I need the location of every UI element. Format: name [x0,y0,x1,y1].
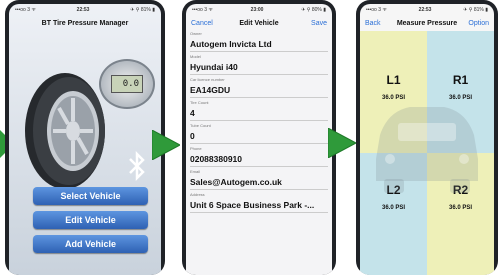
tire-grid: L1 36.0 PSI R1 36.0 PSI L2 36.0 PSI R2 3… [360,31,494,275]
page-title: Measure Pressure [396,19,458,27]
clock: 23:00 [250,6,264,13]
tire-icon [25,73,105,189]
status-bar: •••oo 3 ᯤ 22:53 ✈ ⚲ 81% ▮ [9,4,161,15]
bluetooth-icon [127,150,147,188]
field-value[interactable]: EA14GDU [190,83,328,98]
tire-l2-cell[interactable]: L2 36.0 PSI [360,153,427,275]
gauge-reading: 0.0 [111,75,143,93]
tire-pressure-value: 36.0 PSI [381,205,405,211]
address-field[interactable]: Address Unit 6 Space Business Park -... [190,192,328,213]
edit-vehicle-screen: •••oo 3 ᯤ 23:00 ✈ ⚲ 80% ▮ Cancel Edit Ve… [186,4,332,275]
phone-measure-screen: •••oo 3 ᯤ 22:53 ✈ ⚲ 81% ▮ Back Measure P… [356,0,498,275]
page-title: Edit Vehicle [239,19,279,27]
clock: 22:53 [418,6,432,13]
status-bar: •••oo 3 ᯤ 22:53 ✈ ⚲ 81% ▮ [360,4,494,15]
pressure-gauge-icon: 0.0 [99,59,155,109]
tire-position-label: R1 [452,73,469,87]
save-button[interactable]: Save [299,20,327,27]
nav-bar: Cancel Edit Vehicle Save [186,15,332,31]
tire-position-label: L1 [386,73,401,87]
signal-indicator: •••oo 3 ᯤ [15,6,36,13]
options-button[interactable]: Option [461,20,489,27]
page-title: BT Tire Pressure Manager [41,19,129,27]
tube-count-field[interactable]: Tube Count 0 [190,123,328,144]
licence-field[interactable]: Car licence number EA14GDU [190,77,328,98]
clock: 22:53 [76,6,90,13]
tire-position-label: L2 [386,183,401,197]
tire-count-field[interactable]: Tire Count 4 [190,100,328,121]
status-bar: •••oo 3 ᯤ 23:00 ✈ ⚲ 80% ▮ [186,4,332,15]
home-screen: •••oo 3 ᯤ 22:53 ✈ ⚲ 81% ▮ BT Tire Pressu… [9,4,161,275]
tire-pressure-value: 36.0 PSI [381,95,405,101]
email-field[interactable]: Email Sales@Autogem.co.uk [190,169,328,190]
model-field[interactable]: Model Hyundai i40 [190,54,328,75]
phone-home-screen: •••oo 3 ᯤ 22:53 ✈ ⚲ 81% ▮ BT Tire Pressu… [5,0,165,275]
nav-bar: Back Measure Pressure Option [360,15,494,31]
field-value[interactable]: 02088380910 [190,152,328,167]
measure-pressure-screen: •••oo 3 ᯤ 22:53 ✈ ⚲ 81% ▮ Back Measure P… [360,4,494,275]
nav-bar: BT Tire Pressure Manager [9,15,161,31]
signal-indicator: •••oo 3 ᯤ [192,6,213,13]
tire-pressure-value: 36.0 PSI [448,205,472,211]
tire-position-label: R2 [452,183,469,197]
edit-vehicle-button[interactable]: Edit Vehicle [33,211,148,229]
select-vehicle-button[interactable]: Select Vehicle [33,187,148,205]
field-value[interactable]: 4 [190,106,328,121]
battery-indicator: ✈ ⚲ 81% ▮ [130,6,155,13]
battery-indicator: ✈ ⚲ 80% ▮ [301,6,326,13]
tire-l1-cell[interactable]: L1 36.0 PSI [360,31,427,153]
field-value[interactable]: 0 [190,129,328,144]
vehicle-form: Owner Autogem Invicta Ltd Model Hyundai i4… [186,31,332,213]
battery-indicator: ✈ ⚲ 81% ▮ [463,6,488,13]
cancel-button[interactable]: Cancel [191,20,219,27]
field-value[interactable]: Sales@Autogem.co.uk [190,175,328,190]
back-button[interactable]: Back [365,20,393,27]
flow-arrow-icon [152,130,180,160]
field-value[interactable]: Unit 6 Space Business Park -... [190,198,328,213]
signal-indicator: •••oo 3 ᯤ [366,6,387,13]
flow-arrow-icon [328,128,356,158]
owner-field[interactable]: Owner Autogem Invicta Ltd [190,31,328,52]
field-value[interactable]: Autogem Invicta Ltd [190,37,328,52]
add-vehicle-button[interactable]: Add Vehicle [33,235,148,253]
tire-r1-cell[interactable]: R1 36.0 PSI [427,31,494,153]
tire-r2-cell[interactable]: R2 36.0 PSI [427,153,494,275]
field-value[interactable]: Hyundai i40 [190,60,328,75]
phone-field[interactable]: Phone 02088380910 [190,146,328,167]
phone-edit-screen: •••oo 3 ᯤ 23:00 ✈ ⚲ 80% ▮ Cancel Edit Ve… [182,0,336,275]
tire-pressure-value: 36.0 PSI [448,95,472,101]
